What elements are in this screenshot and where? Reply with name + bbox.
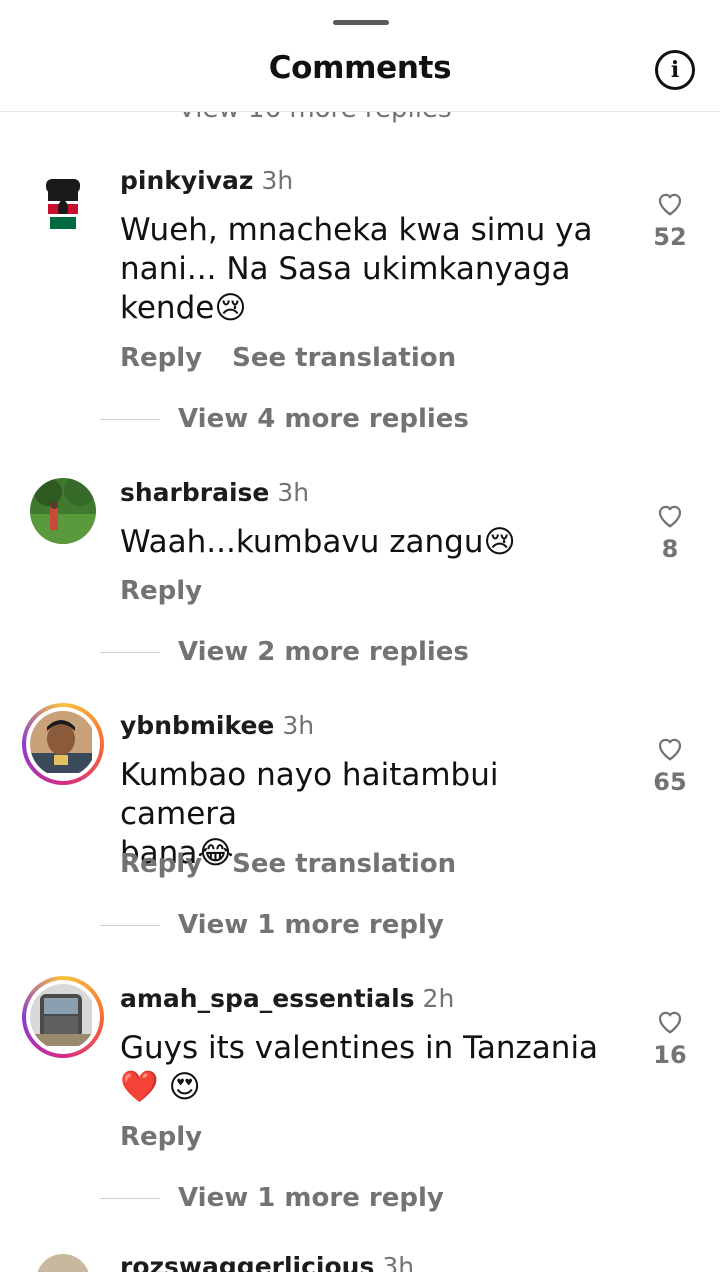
like-button[interactable]: 65	[648, 734, 692, 796]
see-translation-button[interactable]: See translation	[232, 343, 456, 373]
like-count: 8	[661, 535, 679, 563]
comments-header: Comments i	[0, 0, 720, 112]
avatar-photo	[30, 711, 92, 773]
view-more-replies[interactable]: View 1 more reply	[100, 1183, 444, 1213]
comment-text-line: ❤️ 😍	[120, 1069, 201, 1105]
username[interactable]: amah_spa_essentials	[120, 984, 415, 1013]
comment-text-line: kende😢	[120, 290, 247, 326]
view-more-replies-label: View 1 more reply	[178, 910, 444, 940]
reply-button[interactable]: Reply	[120, 343, 202, 373]
comment-text: Guys its valentines in Tanzania ❤️ 😍	[120, 1029, 610, 1107]
like-button[interactable]: 8	[648, 501, 692, 563]
comment-text-line: nani... Na Sasa ukimkanyaga	[120, 251, 571, 287]
divider	[100, 1197, 160, 1199]
username[interactable]: ybnbmikee	[120, 711, 274, 740]
drag-handle[interactable]	[333, 20, 389, 25]
view-more-replies[interactable]: View 4 more replies	[100, 404, 469, 434]
page-title: Comments	[268, 50, 452, 86]
divider	[100, 924, 160, 926]
heart-icon	[658, 1011, 682, 1034]
timestamp: 3h	[261, 166, 294, 195]
avatar[interactable]	[38, 175, 90, 233]
avatar-story-ring[interactable]	[22, 976, 104, 1058]
timestamp: 2h	[422, 984, 455, 1013]
reply-button[interactable]: Reply	[120, 576, 202, 606]
username[interactable]: rozswaggerlicious	[120, 1252, 374, 1272]
heart-icon	[658, 193, 682, 216]
like-count: 65	[653, 768, 687, 796]
view-more-replies-label: View 1 more reply	[178, 1183, 444, 1213]
divider	[100, 651, 160, 653]
comment-meta: pinkyivaz 3h	[120, 166, 293, 195]
like-count: 16	[653, 1041, 687, 1069]
comment-meta: ybnbmikee 3h	[120, 711, 314, 740]
avatar-story-ring[interactable]	[22, 703, 104, 785]
comment-meta: amah_spa_essentials 2h	[120, 984, 454, 1013]
timestamp: 3h	[282, 711, 315, 740]
comment-text-line: Kumbao nayo haitambui camera	[120, 757, 499, 832]
like-button[interactable]: 52	[648, 189, 692, 251]
kenya-fist-avatar-icon	[46, 179, 80, 229]
comment-meta: rozswaggerlicious 3h	[120, 1252, 414, 1272]
username[interactable]: pinkyivaz	[120, 166, 253, 195]
reply-button[interactable]: Reply	[120, 1122, 202, 1152]
avatar	[30, 711, 96, 777]
avatar[interactable]	[36, 1254, 90, 1272]
reply-button[interactable]: Reply	[120, 849, 202, 879]
comment-actions: Reply	[120, 1122, 232, 1152]
view-more-replies-label: View 2 more replies	[178, 637, 469, 667]
username[interactable]: sharbraise	[120, 478, 269, 507]
avatar	[30, 984, 96, 1050]
like-button[interactable]: 16	[648, 1007, 692, 1069]
divider	[100, 418, 160, 420]
view-more-replies[interactable]: View 1 more reply	[100, 910, 444, 940]
comment-actions: Reply	[120, 576, 232, 606]
comment-text-line: Wueh, mnacheka kwa simu ya	[120, 212, 593, 248]
timestamp: 3h	[382, 1252, 415, 1272]
like-count: 52	[653, 223, 687, 251]
avatar-photo	[30, 478, 96, 544]
avatar-ring-inner	[26, 980, 100, 1054]
comment-text-line: Guys its valentines in Tanzania	[120, 1030, 599, 1066]
avatar[interactable]	[30, 478, 96, 544]
comment-text-line: Waah...kumbavu zangu😢	[120, 524, 516, 560]
comment-meta: sharbraise 3h	[120, 478, 309, 507]
comments-sheet: Comments i View 16 more replies pinkyiva…	[0, 0, 720, 1272]
comment-actions: Reply See translation	[120, 849, 486, 879]
heart-icon	[658, 505, 682, 528]
avatar-photo	[30, 984, 92, 1046]
see-translation-button[interactable]: See translation	[232, 849, 456, 879]
comment-text: Waah...kumbavu zangu😢	[120, 523, 610, 562]
timestamp: 3h	[277, 478, 310, 507]
heart-icon	[658, 738, 682, 761]
info-icon[interactable]: i	[655, 50, 695, 90]
avatar-ring-inner	[26, 707, 100, 781]
view-more-replies-label: View 4 more replies	[178, 404, 469, 434]
view-more-replies[interactable]: View 2 more replies	[100, 637, 469, 667]
comment-text: Wueh, mnacheka kwa simu ya nani... Na Sa…	[120, 211, 610, 328]
comment-actions: Reply See translation	[120, 343, 486, 373]
